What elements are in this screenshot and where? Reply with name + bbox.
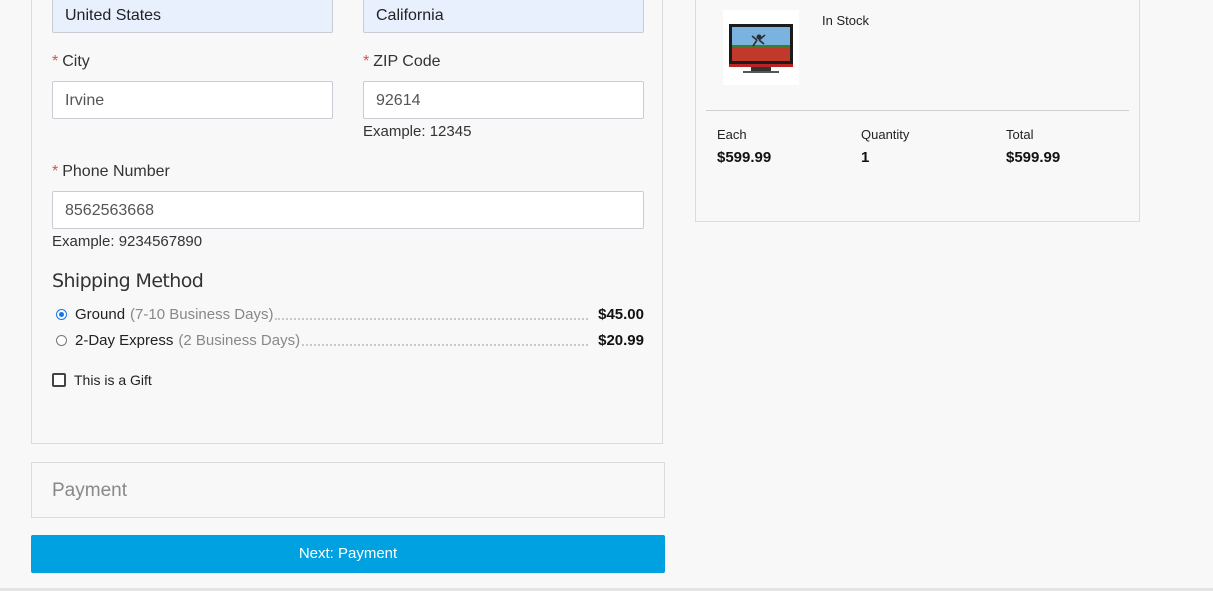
required-mark: *: [363, 53, 370, 70]
payment-section-title: Payment: [52, 480, 127, 501]
zip-input[interactable]: 92614: [363, 81, 644, 119]
city-label-text: City: [62, 53, 90, 70]
next-payment-button[interactable]: Next: Payment: [31, 535, 665, 573]
express-radio[interactable]: [56, 334, 67, 346]
total-price: $599.99: [1006, 149, 1061, 166]
zip-label-text: ZIP Code: [373, 53, 441, 70]
payment-section[interactable]: Payment: [31, 462, 665, 518]
shipping-option-express[interactable]: 2-Day Express (2 Business Days) $20.99: [56, 330, 644, 350]
phone-hint: Example: 9234567890: [52, 233, 203, 250]
each-price: $599.99: [717, 149, 772, 166]
gift-label: This is a Gift: [74, 372, 152, 388]
shipping-option-name: 2-Day Express: [75, 331, 174, 349]
each-label: Each: [717, 127, 747, 142]
city-input[interactable]: Irvine: [52, 81, 333, 119]
total-label: Total: [1006, 127, 1034, 142]
product-image[interactable]: [723, 10, 799, 85]
required-mark: *: [52, 163, 59, 180]
shipping-method-heading: Shipping Method: [52, 270, 204, 292]
gift-option[interactable]: This is a Gift: [52, 372, 152, 388]
shipping-option-days: (2 Business Days): [178, 331, 301, 349]
city-label: * City: [52, 53, 90, 71]
phone-label: * Phone Number: [52, 163, 170, 181]
ground-radio[interactable]: [56, 308, 67, 320]
shipping-option-ground[interactable]: Ground (7-10 Business Days) $45.00: [56, 304, 644, 324]
phone-label-text: Phone Number: [62, 163, 170, 180]
quantity-label: Quantity: [861, 127, 910, 142]
shipping-option-name: Ground: [75, 305, 126, 323]
stock-status: In Stock: [822, 13, 869, 28]
summary-divider: [706, 110, 1129, 111]
shipping-option-days: (7-10 Business Days): [130, 305, 274, 323]
required-mark: *: [52, 53, 59, 70]
checkout-page: United States California * City Irvine * Z…: [0, 0, 1213, 591]
quantity-value: 1: [861, 149, 870, 166]
dotted-leader: [275, 308, 589, 320]
gift-checkbox[interactable]: [52, 373, 66, 387]
state-select[interactable]: California: [363, 0, 644, 33]
dotted-leader: [302, 334, 589, 346]
zip-hint: Example: 12345: [363, 123, 472, 140]
shipping-option-price: $45.00: [598, 305, 644, 323]
shipping-option-price: $20.99: [598, 331, 644, 349]
country-select[interactable]: United States: [52, 0, 333, 33]
tv-icon: [723, 10, 799, 85]
zip-label: * ZIP Code: [363, 53, 441, 71]
phone-input[interactable]: 8562563668: [52, 191, 644, 229]
